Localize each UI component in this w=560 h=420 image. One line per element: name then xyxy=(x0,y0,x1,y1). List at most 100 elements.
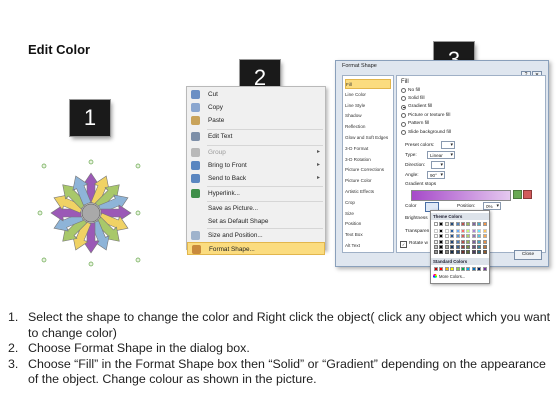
theme-color-swatch[interactable] xyxy=(471,250,476,254)
standard-color-swatch[interactable] xyxy=(482,267,487,271)
direction-dropdown[interactable] xyxy=(431,161,445,169)
nav-item[interactable]: Text Box xyxy=(345,230,391,240)
theme-color-swatch[interactable] xyxy=(471,244,476,249)
context-menu-item-3[interactable]: Edit Text xyxy=(187,130,325,143)
theme-color-swatch[interactable] xyxy=(434,234,438,239)
theme-color-swatch[interactable] xyxy=(466,239,471,244)
theme-color-swatch[interactable] xyxy=(444,234,449,239)
nav-item[interactable]: Position xyxy=(345,219,391,229)
angle-input[interactable]: 90° xyxy=(427,171,445,179)
preset-colors-dropdown[interactable] xyxy=(441,141,455,149)
context-menu-item-1[interactable]: Copy xyxy=(187,101,325,114)
theme-color-swatch[interactable] xyxy=(455,250,460,254)
theme-color-swatch[interactable] xyxy=(450,239,455,244)
standard-color-swatch[interactable] xyxy=(444,267,449,271)
theme-color-swatch[interactable] xyxy=(461,222,465,226)
standard-color-swatch[interactable] xyxy=(439,267,444,271)
context-menu-item-11[interactable]: Format Shape... xyxy=(187,242,325,255)
remove-stop-icon[interactable] xyxy=(523,190,532,199)
theme-color-swatch[interactable] xyxy=(450,244,455,249)
gradient-stops-bar[interactable] xyxy=(411,190,511,201)
nav-item[interactable]: Crop xyxy=(345,198,391,208)
theme-color-swatch[interactable] xyxy=(455,222,460,226)
theme-color-swatch[interactable] xyxy=(444,222,449,226)
theme-color-swatch[interactable] xyxy=(471,222,476,226)
theme-color-swatch[interactable] xyxy=(466,234,471,239)
standard-color-swatch[interactable] xyxy=(477,267,482,271)
theme-color-swatch[interactable] xyxy=(461,250,465,254)
context-menu-item-4[interactable]: Group ▸ xyxy=(187,146,325,159)
theme-color-swatch[interactable] xyxy=(477,244,482,249)
fill-radio[interactable] xyxy=(401,88,406,93)
selection-handle[interactable] xyxy=(37,210,43,216)
theme-color-swatch[interactable] xyxy=(455,234,460,239)
theme-color-swatch[interactable] xyxy=(450,234,455,239)
theme-color-swatch[interactable] xyxy=(477,250,482,254)
fill-radio[interactable] xyxy=(401,130,406,135)
theme-color-swatch[interactable] xyxy=(439,250,444,254)
theme-color-swatch[interactable] xyxy=(444,244,449,249)
theme-color-swatch[interactable] xyxy=(450,229,455,234)
theme-color-swatch[interactable] xyxy=(477,239,482,244)
theme-color-swatch[interactable] xyxy=(466,250,471,254)
theme-color-swatch[interactable] xyxy=(455,229,460,234)
nav-item[interactable]: Picture Color xyxy=(345,176,391,186)
add-stop-icon[interactable] xyxy=(513,190,522,199)
rotate-checkbox[interactable]: ✓ xyxy=(400,241,407,248)
context-menu-item-9[interactable]: Set as Default Shape xyxy=(187,215,325,228)
selection-handle[interactable] xyxy=(135,210,141,216)
theme-color-swatch[interactable] xyxy=(439,234,444,239)
theme-color-swatch[interactable] xyxy=(466,244,471,249)
nav-item[interactable]: Line Style xyxy=(345,101,391,111)
fill-radio[interactable] xyxy=(401,113,406,119)
theme-color-swatch[interactable] xyxy=(434,239,438,244)
theme-color-swatch[interactable] xyxy=(477,229,482,234)
theme-color-swatch[interactable] xyxy=(471,229,476,234)
theme-color-swatch[interactable] xyxy=(461,229,465,234)
theme-color-swatch[interactable] xyxy=(450,222,455,226)
theme-color-swatch[interactable] xyxy=(466,222,471,226)
theme-color-swatch[interactable] xyxy=(471,234,476,239)
fill-radio[interactable] xyxy=(401,104,406,110)
standard-color-swatch[interactable] xyxy=(434,267,438,271)
context-menu-item-7[interactable]: Hyperlink... xyxy=(187,187,325,200)
theme-color-swatch[interactable] xyxy=(477,234,482,239)
selection-handle[interactable] xyxy=(135,163,141,169)
selection-handle[interactable] xyxy=(88,159,94,165)
context-menu-item-10[interactable]: Size and Position... xyxy=(187,229,325,242)
theme-color-swatch[interactable] xyxy=(482,239,487,244)
standard-color-swatch[interactable] xyxy=(450,267,455,271)
selection-handle[interactable] xyxy=(135,257,141,263)
theme-color-swatch[interactable] xyxy=(455,239,460,244)
theme-color-swatch[interactable] xyxy=(439,244,444,249)
nav-item[interactable]: 3-D Format xyxy=(345,144,391,154)
theme-color-swatch[interactable] xyxy=(434,244,438,249)
theme-color-swatch[interactable] xyxy=(482,234,487,239)
theme-color-swatch[interactable] xyxy=(461,234,465,239)
nav-item[interactable]: Glow and Soft Edges xyxy=(345,133,391,143)
theme-color-swatch[interactable] xyxy=(482,229,487,234)
fill-radio[interactable] xyxy=(401,96,406,102)
theme-color-swatch[interactable] xyxy=(439,222,444,226)
standard-color-swatch[interactable] xyxy=(466,267,471,271)
standard-color-swatch[interactable] xyxy=(471,267,476,271)
selection-handle[interactable] xyxy=(41,163,47,169)
theme-color-swatch[interactable] xyxy=(471,239,476,244)
context-menu-item-2[interactable]: Paste xyxy=(187,114,325,127)
nav-item[interactable]: Reflection xyxy=(345,122,391,132)
theme-color-swatch[interactable] xyxy=(461,239,465,244)
theme-color-swatch[interactable] xyxy=(477,222,482,226)
more-colors-link[interactable]: More Colors... xyxy=(439,274,465,279)
theme-color-swatch[interactable] xyxy=(482,222,487,226)
theme-color-swatch[interactable] xyxy=(439,239,444,244)
theme-color-swatch[interactable] xyxy=(455,244,460,249)
theme-color-swatch[interactable] xyxy=(466,229,471,234)
theme-color-swatch[interactable] xyxy=(450,250,455,254)
arrow-burst-shape[interactable] xyxy=(36,158,146,268)
position-input[interactable]: 0% xyxy=(483,202,501,210)
burst-center-circle[interactable] xyxy=(81,203,101,223)
fill-radio[interactable] xyxy=(401,121,406,127)
theme-color-swatch[interactable] xyxy=(434,222,438,226)
context-menu-item-5[interactable]: Bring to Front ▸ xyxy=(187,159,325,172)
nav-item[interactable]: Fill xyxy=(345,79,391,89)
